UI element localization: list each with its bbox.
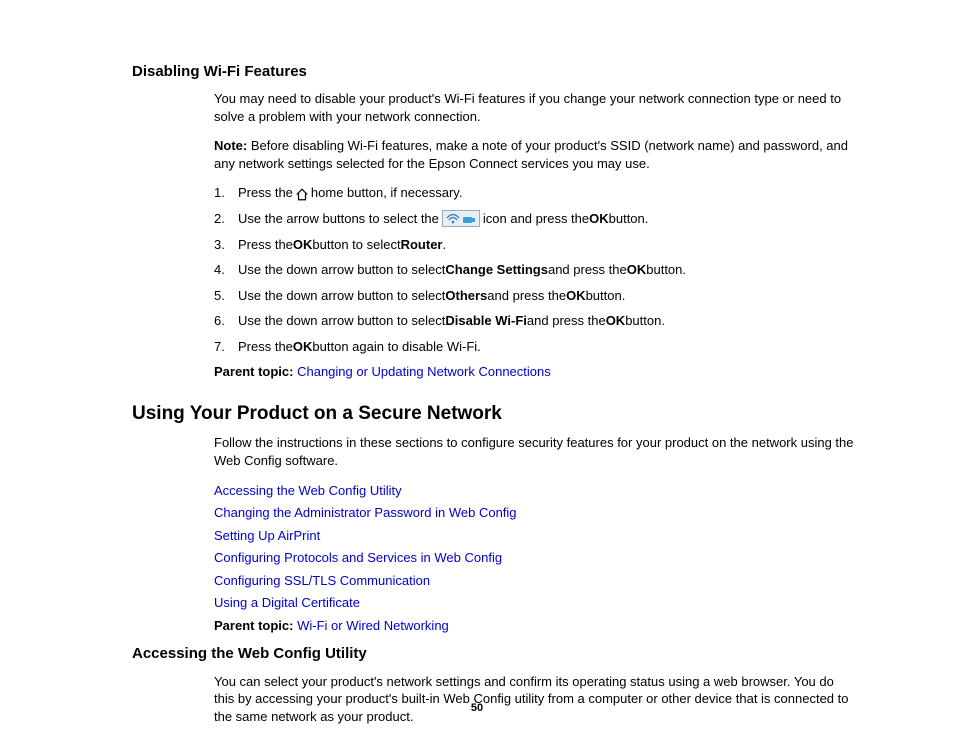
step-7: 7. Press the OK button again to disable … xyxy=(214,338,856,356)
parent-link[interactable]: Changing or Updating Network Connections xyxy=(297,364,551,379)
step-bold: OK xyxy=(566,287,586,305)
step-text: icon and press the xyxy=(483,210,589,228)
step-5: 5. Use the down arrow button to select O… xyxy=(214,287,856,305)
note-para: Note: Before disabling Wi-Fi features, m… xyxy=(214,137,856,172)
step-bold: OK xyxy=(293,236,313,254)
step-6: 6. Use the down arrow button to select D… xyxy=(214,312,856,330)
body-web-config: You can select your product's network se… xyxy=(214,673,856,726)
step-bold: Others xyxy=(445,287,487,305)
step-num: 6. xyxy=(214,312,238,330)
intro-para: You may need to disable your product's W… xyxy=(214,90,856,125)
step-text: button again to disable Wi-Fi. xyxy=(312,338,480,356)
parent-label: Parent topic: xyxy=(214,618,293,633)
step-bold: OK xyxy=(293,338,313,356)
step-1: 1. Press the home button, if necessary. xyxy=(214,184,856,202)
step-3: 3. Press the OK button to select Router … xyxy=(214,236,856,254)
intro-para: You can select your product's network se… xyxy=(214,673,856,726)
body-secure-network: Follow the instructions in these section… xyxy=(214,434,856,634)
step-2: 2. Use the arrow buttons to select the i… xyxy=(214,210,856,228)
topic-link[interactable]: Using a Digital Certificate xyxy=(214,595,360,610)
heading-disabling-wifi: Disabling Wi-Fi Features xyxy=(132,62,856,82)
body-disabling-wifi: You may need to disable your product's W… xyxy=(214,90,856,381)
heading-web-config: Accessing the Web Config Utility xyxy=(132,644,856,664)
step-text: and press the xyxy=(487,287,566,305)
step-text: . xyxy=(442,236,446,254)
note-text: Before disabling Wi-Fi features, make a … xyxy=(214,138,848,171)
step-text: Use the arrow buttons to select the xyxy=(238,210,439,228)
note-label: Note: xyxy=(214,138,247,153)
step-4: 4. Use the down arrow button to select C… xyxy=(214,261,856,279)
step-bold: OK xyxy=(627,261,647,279)
step-text: Press the xyxy=(238,184,293,202)
page-number: 50 xyxy=(0,701,954,716)
step-bold: Disable Wi-Fi xyxy=(445,312,527,330)
section-secure-network: Using Your Product on a Secure Network F… xyxy=(132,401,856,635)
step-text: Use the down arrow button to select xyxy=(238,312,445,330)
step-text: home button, if necessary. xyxy=(311,184,463,202)
step-num: 3. xyxy=(214,236,238,254)
parent-label: Parent topic: xyxy=(214,364,293,379)
step-text: and press the xyxy=(527,312,606,330)
step-text: button to select xyxy=(312,236,400,254)
step-num: 5. xyxy=(214,287,238,305)
heading-secure-network: Using Your Product on a Secure Network xyxy=(132,401,856,427)
topic-link[interactable]: Configuring Protocols and Services in We… xyxy=(214,550,502,565)
step-bold: Router xyxy=(401,236,443,254)
step-text: button. xyxy=(646,261,686,279)
parent-link[interactable]: Wi-Fi or Wired Networking xyxy=(297,618,449,633)
step-text: Press the xyxy=(238,338,293,356)
wifi-setup-icon xyxy=(442,210,480,227)
step-num: 4. xyxy=(214,261,238,279)
intro-para: Follow the instructions in these section… xyxy=(214,434,856,469)
step-bold: OK xyxy=(606,312,626,330)
topic-link[interactable]: Configuring SSL/TLS Communication xyxy=(214,573,430,588)
parent-topic: Parent topic: Wi-Fi or Wired Networking xyxy=(214,617,856,635)
step-text: button. xyxy=(586,287,626,305)
step-bold: OK xyxy=(589,210,609,228)
step-text: and press the xyxy=(548,261,627,279)
step-bold: Change Settings xyxy=(445,261,548,279)
topic-link[interactable]: Setting Up AirPrint xyxy=(214,528,320,543)
steps-list: 1. Press the home button, if necessary. … xyxy=(214,184,856,355)
section-disabling-wifi: Disabling Wi-Fi Features You may need to… xyxy=(132,62,856,381)
topic-links: Accessing the Web Config Utility Changin… xyxy=(214,482,856,612)
step-text: Use the down arrow button to select xyxy=(238,261,445,279)
step-text: button. xyxy=(625,312,665,330)
step-num: 7. xyxy=(214,338,238,356)
step-num: 2. xyxy=(214,210,238,228)
home-icon xyxy=(293,184,311,202)
topic-link[interactable]: Accessing the Web Config Utility xyxy=(214,483,402,498)
step-text: button. xyxy=(609,210,649,228)
parent-topic: Parent topic: Changing or Updating Netwo… xyxy=(214,363,856,381)
step-text: Use the down arrow button to select xyxy=(238,287,445,305)
topic-link[interactable]: Changing the Administrator Password in W… xyxy=(214,505,517,520)
step-num: 1. xyxy=(214,184,238,202)
step-text: Press the xyxy=(238,236,293,254)
